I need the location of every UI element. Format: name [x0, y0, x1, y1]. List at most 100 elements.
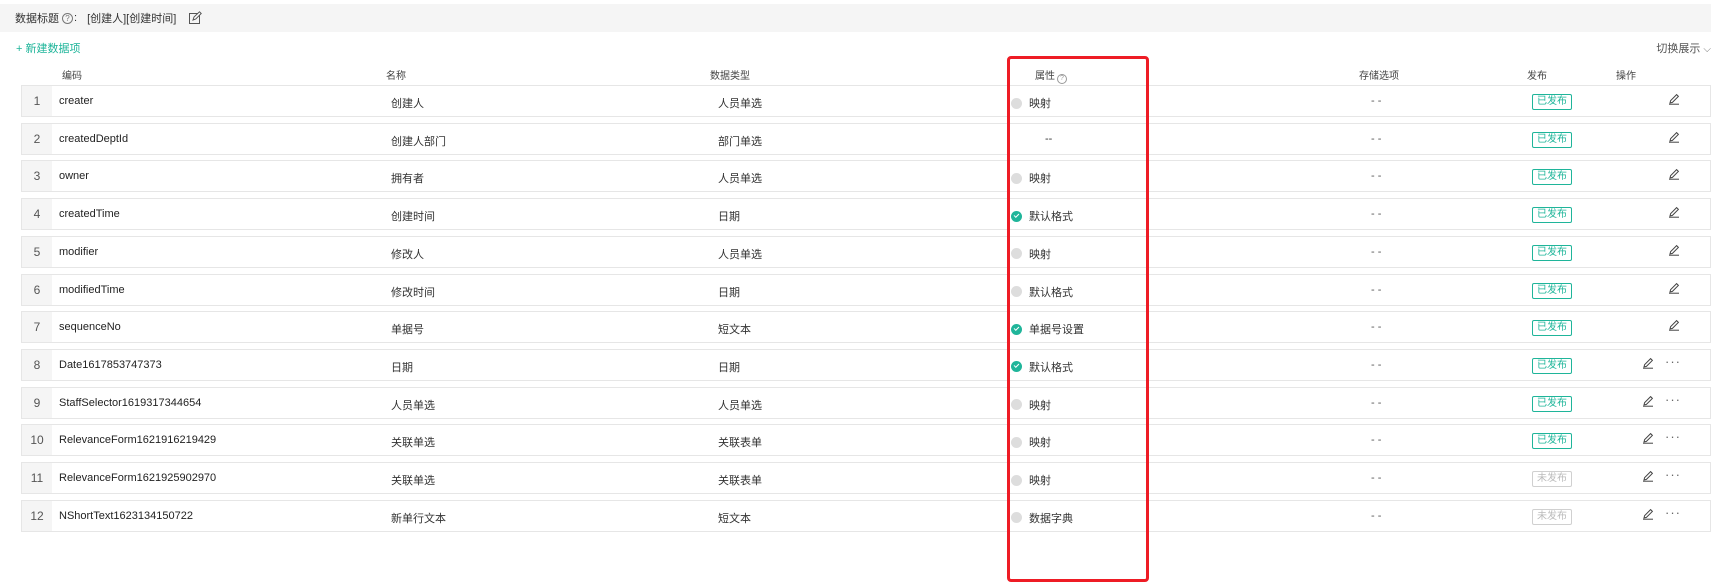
status-dot-icon: [1011, 97, 1022, 109]
pencil-icon[interactable]: [1668, 319, 1680, 334]
table-row[interactable]: 1 creater 创建人 人员单选 映射 - - 已发布: [21, 85, 1711, 117]
row-name: 创建时间: [391, 211, 435, 224]
attribute-cell[interactable]: 映射: [1011, 246, 1051, 262]
row-actions: ···: [1642, 392, 1711, 411]
row-name: 关联单选: [391, 437, 435, 450]
row-data-type: 日期: [718, 286, 740, 299]
row-code: creater: [59, 95, 94, 107]
row-storage: - -: [1371, 170, 1382, 183]
row-data-type: 人员单选: [718, 98, 762, 110]
publish-status-badge: 已发布: [1532, 395, 1572, 412]
row-index: 8: [22, 349, 52, 380]
row-data-type: 日期: [718, 361, 740, 374]
row-actions: [1642, 131, 1711, 147]
attribute-value: 默认格式: [1029, 211, 1073, 224]
row-actions: ···: [1642, 354, 1711, 373]
publish-status-badge: 已发布: [1532, 282, 1572, 299]
row-storage: - -: [1371, 321, 1382, 334]
column-header-data-type: 数据类型: [710, 71, 750, 82]
row-name: 人员单选: [391, 399, 435, 412]
data-title-label: 数据标题: [15, 13, 59, 25]
switch-view-label: 切换展示: [1656, 43, 1701, 55]
data-title-colon: :: [74, 12, 78, 24]
row-code: sequenceNo: [59, 321, 121, 334]
pencil-icon[interactable]: [1668, 282, 1680, 297]
more-icon[interactable]: ···: [1665, 354, 1681, 369]
publish-status-badge: 已发布: [1532, 320, 1572, 337]
publish-status-badge: 已发布: [1532, 169, 1572, 186]
pencil-icon[interactable]: [1642, 357, 1654, 372]
attribute-cell[interactable]: 映射: [1011, 472, 1051, 488]
pencil-icon[interactable]: [1642, 470, 1654, 485]
question-circle-icon[interactable]: ?: [1057, 73, 1067, 84]
row-data-type: 人员单选: [718, 399, 762, 412]
attribute-value: 映射: [1029, 399, 1051, 412]
attribute-cell[interactable]: 映射: [1011, 170, 1051, 186]
row-index: 5: [22, 236, 52, 267]
switch-view-dropdown[interactable]: 切换展示 ⌵: [1656, 40, 1711, 56]
pencil-icon[interactable]: [1668, 168, 1680, 183]
row-data-type: 部门单选: [718, 135, 762, 148]
status-dot-icon: [1011, 474, 1022, 486]
table-row[interactable]: 9 StaffSelector1619317344654 人员单选 人员单选 映射 - -…: [21, 386, 1711, 419]
toolbar: + 新建数据项 切换展示 ⌵: [0, 36, 1711, 56]
row-name: 单据号: [391, 324, 424, 337]
row-name: 关联单选: [391, 475, 435, 487]
table-row[interactable]: 3 owner 拥有者 人员单选 映射 - - 已发布: [21, 160, 1711, 193]
table-row[interactable]: 11 RelevanceForm1621925902970 关联单选 关联表单 映射 - …: [21, 462, 1711, 494]
attribute-cell[interactable]: 默认格式: [1011, 359, 1073, 375]
row-data-type: 日期: [718, 211, 740, 224]
row-data-type: 短文本: [718, 324, 751, 337]
pencil-icon[interactable]: [1642, 432, 1654, 447]
status-dot-icon: [1011, 172, 1022, 184]
attribute-cell[interactable]: 数据字典: [1011, 510, 1073, 526]
row-data-type: 短文本: [718, 512, 751, 525]
pencil-icon[interactable]: [1668, 206, 1680, 221]
row-code: owner: [59, 170, 89, 183]
row-actions: ···: [1642, 505, 1711, 524]
data-items-page: 数据标题 ? : [创建人][创建时间] + 新建数据项 切换展示 ⌵ 编码 名称…: [0, 0, 1711, 584]
pencil-icon[interactable]: [1668, 131, 1680, 146]
row-index: 11: [22, 463, 52, 493]
row-index: 2: [22, 123, 52, 154]
attribute-cell[interactable]: 映射: [1011, 397, 1051, 413]
row-storage: - -: [1371, 396, 1382, 409]
row-name: 拥有者: [391, 173, 424, 186]
attribute-value: 映射: [1029, 437, 1051, 450]
row-storage: - -: [1371, 132, 1382, 145]
column-header-storage: 存储选项: [1359, 71, 1399, 82]
row-code: createdDeptId: [59, 132, 129, 145]
row-storage: - -: [1371, 509, 1382, 522]
table-row[interactable]: 7 sequenceNo 单据号 短文本 单据号设置 - - 已发布: [21, 311, 1711, 344]
table-row[interactable]: 6 modifiedTime 修改时间 日期 默认格式 - - 已发布: [21, 273, 1711, 306]
edit-icon[interactable]: [188, 11, 203, 25]
table-row[interactable]: 4 createdTime 创建时间 日期 默认格式 - - 已发布: [21, 198, 1711, 231]
table-row[interactable]: 2 createdDeptId 创建人部门 部门单选 -- - - 已发布: [21, 122, 1711, 155]
pencil-icon[interactable]: [1642, 508, 1654, 523]
new-data-item-button[interactable]: + 新建数据项: [16, 40, 80, 56]
more-icon[interactable]: ···: [1665, 392, 1681, 407]
attribute-cell[interactable]: 默认格式: [1011, 208, 1073, 224]
attribute-cell[interactable]: 映射: [1011, 434, 1051, 450]
more-icon[interactable]: ···: [1665, 467, 1681, 482]
row-actions: ···: [1642, 429, 1711, 448]
table-row[interactable]: 12 NShortText1623134150722 新单行文本 短文本 数据字典 - -…: [21, 499, 1711, 532]
column-header-attribute-label: 属性: [1035, 71, 1055, 82]
row-name: 修改人: [391, 248, 424, 261]
question-circle-icon[interactable]: ?: [62, 12, 73, 24]
attribute-cell[interactable]: 默认格式: [1011, 284, 1073, 300]
row-code: Date1617853747373: [59, 358, 162, 371]
check-circle-icon: [1011, 210, 1022, 222]
row-code: RelevanceForm1621916219429: [59, 434, 217, 447]
attribute-cell[interactable]: 单据号设置: [1011, 321, 1084, 337]
more-icon[interactable]: ···: [1665, 429, 1681, 444]
pencil-icon[interactable]: [1668, 244, 1680, 259]
table-row[interactable]: 10 RelevanceForm1621916219429 关联单选 关联表单 映射 - …: [21, 424, 1711, 457]
attribute-cell[interactable]: 映射: [1011, 95, 1051, 111]
pencil-icon[interactable]: [1642, 395, 1654, 410]
more-icon[interactable]: ···: [1665, 505, 1681, 520]
table-row[interactable]: 8 Date1617853747373 日期 日期 默认格式 - - 已发布 ···: [21, 348, 1711, 381]
pencil-icon[interactable]: [1668, 93, 1680, 108]
table-row[interactable]: 5 modifier 修改人 人员单选 映射 - - 已发布: [21, 235, 1711, 268]
row-actions: [1642, 168, 1711, 184]
